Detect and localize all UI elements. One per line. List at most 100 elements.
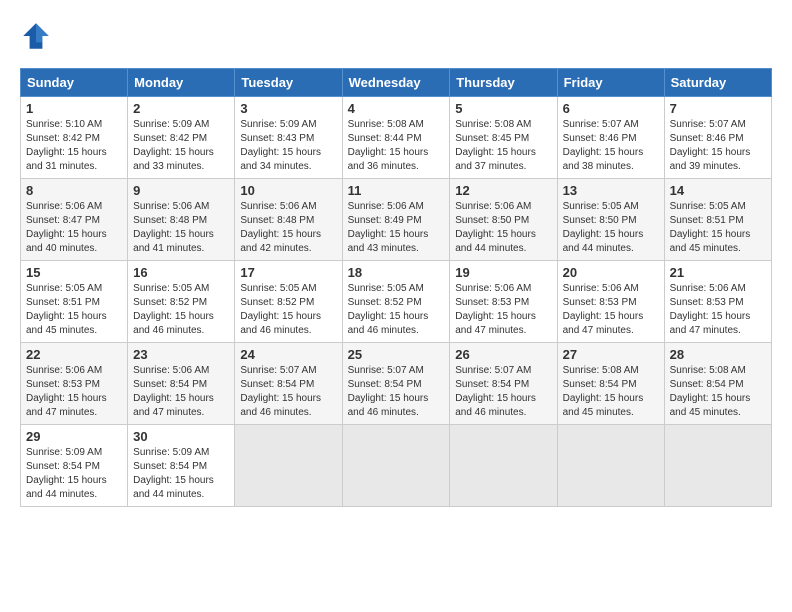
day-number: 16 (133, 265, 229, 280)
calendar-cell (342, 425, 450, 507)
day-number: 23 (133, 347, 229, 362)
day-info: Sunrise: 5:07 AM Sunset: 8:46 PM Dayligh… (563, 118, 659, 174)
calendar-cell (557, 425, 664, 507)
calendar-cell: 10 Sunrise: 5:06 AM Sunset: 8:48 PM Dayli… (235, 179, 342, 261)
calendar-cell: 16 Sunrise: 5:05 AM Sunset: 8:52 PM Dayli… (128, 261, 235, 343)
calendar-cell: 6 Sunrise: 5:07 AM Sunset: 8:46 PM Daylig… (557, 97, 664, 179)
day-number: 17 (240, 265, 336, 280)
day-info: Sunrise: 5:06 AM Sunset: 8:50 PM Dayligh… (455, 200, 551, 256)
column-header-wednesday: Wednesday (342, 69, 450, 97)
calendar-cell: 3 Sunrise: 5:09 AM Sunset: 8:43 PM Daylig… (235, 97, 342, 179)
day-number: 8 (26, 183, 122, 198)
column-header-thursday: Thursday (450, 69, 557, 97)
day-info: Sunrise: 5:06 AM Sunset: 8:54 PM Dayligh… (133, 364, 229, 420)
day-info: Sunrise: 5:06 AM Sunset: 8:48 PM Dayligh… (240, 200, 336, 256)
day-number: 29 (26, 429, 122, 444)
calendar-table: SundayMondayTuesdayWednesdayThursdayFrid… (20, 68, 772, 507)
day-number: 26 (455, 347, 551, 362)
calendar-cell: 29 Sunrise: 5:09 AM Sunset: 8:54 PM Dayli… (21, 425, 128, 507)
logo-icon (20, 20, 52, 52)
logo (20, 20, 56, 52)
day-number: 13 (563, 183, 659, 198)
column-header-tuesday: Tuesday (235, 69, 342, 97)
calendar-week-1: 1Sunrise: 5:10 AM Sunset: 8:42 PM Daylig… (21, 97, 772, 179)
calendar-cell: 28Sunrise: 5:08 AM Sunset: 8:54 PM Dayli… (664, 343, 771, 425)
day-info: Sunrise: 5:06 AM Sunset: 8:47 PM Dayligh… (26, 200, 122, 256)
day-info: Sunrise: 5:09 AM Sunset: 8:54 PM Dayligh… (133, 446, 229, 502)
day-info: Sunrise: 5:07 AM Sunset: 8:54 PM Dayligh… (240, 364, 336, 420)
calendar-cell: 1Sunrise: 5:10 AM Sunset: 8:42 PM Daylig… (21, 97, 128, 179)
calendar-cell: 22Sunrise: 5:06 AM Sunset: 8:53 PM Dayli… (21, 343, 128, 425)
calendar-cell: 17 Sunrise: 5:05 AM Sunset: 8:52 PM Dayli… (235, 261, 342, 343)
day-info: Sunrise: 5:06 AM Sunset: 8:53 PM Dayligh… (670, 282, 766, 338)
day-info: Sunrise: 5:07 AM Sunset: 8:54 PM Dayligh… (455, 364, 551, 420)
calendar-cell: 24 Sunrise: 5:07 AM Sunset: 8:54 PM Dayli… (235, 343, 342, 425)
day-number: 9 (133, 183, 229, 198)
calendar-cell: 7 Sunrise: 5:07 AM Sunset: 8:46 PM Daylig… (664, 97, 771, 179)
day-info: Sunrise: 5:09 AM Sunset: 8:54 PM Dayligh… (26, 446, 122, 502)
day-number: 30 (133, 429, 229, 444)
day-info: Sunrise: 5:06 AM Sunset: 8:53 PM Dayligh… (26, 364, 122, 420)
calendar-cell (450, 425, 557, 507)
day-number: 11 (348, 183, 445, 198)
day-number: 19 (455, 265, 551, 280)
column-header-saturday: Saturday (664, 69, 771, 97)
day-info: Sunrise: 5:08 AM Sunset: 8:54 PM Dayligh… (670, 364, 766, 420)
calendar-cell: 8 Sunrise: 5:06 AM Sunset: 8:47 PM Daylig… (21, 179, 128, 261)
day-info: Sunrise: 5:05 AM Sunset: 8:52 PM Dayligh… (240, 282, 336, 338)
day-info: Sunrise: 5:08 AM Sunset: 8:54 PM Dayligh… (563, 364, 659, 420)
calendar-cell: 5Sunrise: 5:08 AM Sunset: 8:45 PM Daylig… (450, 97, 557, 179)
calendar-cell: 14Sunrise: 5:05 AM Sunset: 8:51 PM Dayli… (664, 179, 771, 261)
calendar-week-5: 29 Sunrise: 5:09 AM Sunset: 8:54 PM Dayli… (21, 425, 772, 507)
calendar-cell: 11 Sunrise: 5:06 AM Sunset: 8:49 PM Dayli… (342, 179, 450, 261)
calendar-header-row: SundayMondayTuesdayWednesdayThursdayFrid… (21, 69, 772, 97)
calendar-cell: 9 Sunrise: 5:06 AM Sunset: 8:48 PM Daylig… (128, 179, 235, 261)
day-number: 21 (670, 265, 766, 280)
calendar-week-2: 8 Sunrise: 5:06 AM Sunset: 8:47 PM Daylig… (21, 179, 772, 261)
day-number: 2 (133, 101, 229, 116)
calendar-cell: 19 Sunrise: 5:06 AM Sunset: 8:53 PM Dayli… (450, 261, 557, 343)
page-header (20, 20, 772, 52)
day-number: 6 (563, 101, 659, 116)
day-number: 14 (670, 183, 766, 198)
day-info: Sunrise: 5:05 AM Sunset: 8:50 PM Dayligh… (563, 200, 659, 256)
calendar-cell: 26 Sunrise: 5:07 AM Sunset: 8:54 PM Dayli… (450, 343, 557, 425)
day-number: 3 (240, 101, 336, 116)
calendar-cell: 4 Sunrise: 5:08 AM Sunset: 8:44 PM Daylig… (342, 97, 450, 179)
day-info: Sunrise: 5:07 AM Sunset: 8:46 PM Dayligh… (670, 118, 766, 174)
calendar-cell: 13 Sunrise: 5:05 AM Sunset: 8:50 PM Dayli… (557, 179, 664, 261)
calendar-week-4: 22Sunrise: 5:06 AM Sunset: 8:53 PM Dayli… (21, 343, 772, 425)
calendar-cell (235, 425, 342, 507)
day-number: 27 (563, 347, 659, 362)
column-header-sunday: Sunday (21, 69, 128, 97)
calendar-cell (664, 425, 771, 507)
day-number: 10 (240, 183, 336, 198)
calendar-cell: 27 Sunrise: 5:08 AM Sunset: 8:54 PM Dayli… (557, 343, 664, 425)
day-info: Sunrise: 5:05 AM Sunset: 8:52 PM Dayligh… (133, 282, 229, 338)
calendar-cell: 25 Sunrise: 5:07 AM Sunset: 8:54 PM Dayli… (342, 343, 450, 425)
calendar-week-3: 15Sunrise: 5:05 AM Sunset: 8:51 PM Dayli… (21, 261, 772, 343)
calendar-cell: 15Sunrise: 5:05 AM Sunset: 8:51 PM Dayli… (21, 261, 128, 343)
column-header-monday: Monday (128, 69, 235, 97)
day-info: Sunrise: 5:07 AM Sunset: 8:54 PM Dayligh… (348, 364, 445, 420)
calendar-cell: 21 Sunrise: 5:06 AM Sunset: 8:53 PM Dayli… (664, 261, 771, 343)
day-info: Sunrise: 5:08 AM Sunset: 8:44 PM Dayligh… (348, 118, 445, 174)
day-info: Sunrise: 5:09 AM Sunset: 8:43 PM Dayligh… (240, 118, 336, 174)
calendar-cell: 12Sunrise: 5:06 AM Sunset: 8:50 PM Dayli… (450, 179, 557, 261)
day-number: 25 (348, 347, 445, 362)
day-info: Sunrise: 5:06 AM Sunset: 8:53 PM Dayligh… (563, 282, 659, 338)
day-info: Sunrise: 5:09 AM Sunset: 8:42 PM Dayligh… (133, 118, 229, 174)
day-number: 5 (455, 101, 551, 116)
day-number: 20 (563, 265, 659, 280)
calendar-cell: 2 Sunrise: 5:09 AM Sunset: 8:42 PM Daylig… (128, 97, 235, 179)
day-number: 4 (348, 101, 445, 116)
day-info: Sunrise: 5:06 AM Sunset: 8:53 PM Dayligh… (455, 282, 551, 338)
day-info: Sunrise: 5:06 AM Sunset: 8:48 PM Dayligh… (133, 200, 229, 256)
calendar-cell: 23 Sunrise: 5:06 AM Sunset: 8:54 PM Dayli… (128, 343, 235, 425)
calendar-cell: 18Sunrise: 5:05 AM Sunset: 8:52 PM Dayli… (342, 261, 450, 343)
day-number: 7 (670, 101, 766, 116)
day-info: Sunrise: 5:06 AM Sunset: 8:49 PM Dayligh… (348, 200, 445, 256)
calendar-cell: 20 Sunrise: 5:06 AM Sunset: 8:53 PM Dayli… (557, 261, 664, 343)
calendar-cell: 30 Sunrise: 5:09 AM Sunset: 8:54 PM Dayli… (128, 425, 235, 507)
day-number: 24 (240, 347, 336, 362)
